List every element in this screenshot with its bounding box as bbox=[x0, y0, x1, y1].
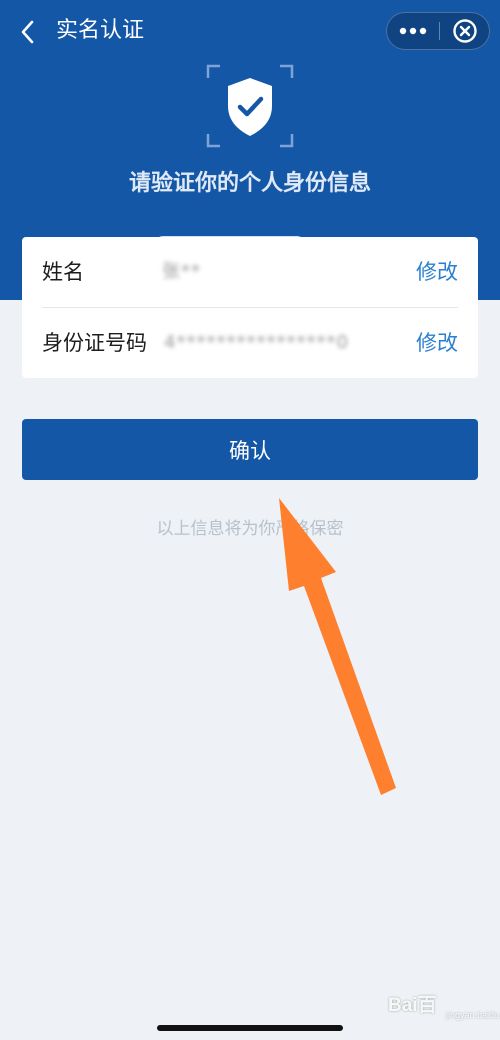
chevron-left-icon bbox=[21, 20, 34, 44]
nav-bar: 实名认证 bbox=[0, 0, 500, 62]
identity-card: 姓名 张** 修改 身份证号码 4****************0 修改 bbox=[22, 237, 478, 378]
privacy-note: 以上信息将为你严格保密 bbox=[156, 519, 344, 539]
name-row: 姓名 张** 修改 bbox=[22, 237, 478, 307]
circle-close-icon bbox=[453, 19, 477, 43]
home-indicator bbox=[157, 1025, 343, 1031]
more-button[interactable] bbox=[387, 13, 439, 49]
more-dots-icon bbox=[399, 27, 427, 35]
id-number-row: 身份证号码 4****************0 修改 bbox=[22, 308, 478, 378]
id-number-label: 身份证号码 bbox=[42, 331, 147, 355]
shield-check-icon bbox=[204, 62, 296, 150]
name-value: 张** bbox=[162, 261, 201, 282]
edit-id-number-link[interactable]: 修改 bbox=[416, 328, 458, 358]
edit-name-link[interactable]: 修改 bbox=[416, 257, 458, 287]
page-title: 实名认证 bbox=[56, 18, 145, 43]
baidu-jingyan-watermark: Bai百 jingyan.baidu.com bbox=[388, 995, 500, 1020]
confirm-button[interactable]: 确认 bbox=[22, 419, 478, 480]
back-button[interactable] bbox=[14, 18, 42, 46]
hero-title: 请验证你的个人身份信息 bbox=[128, 171, 371, 196]
id-number-value: 4****************0 bbox=[164, 332, 349, 353]
close-button[interactable] bbox=[440, 13, 490, 49]
mini-program-capsule bbox=[386, 12, 490, 50]
name-label: 姓名 bbox=[42, 260, 84, 284]
